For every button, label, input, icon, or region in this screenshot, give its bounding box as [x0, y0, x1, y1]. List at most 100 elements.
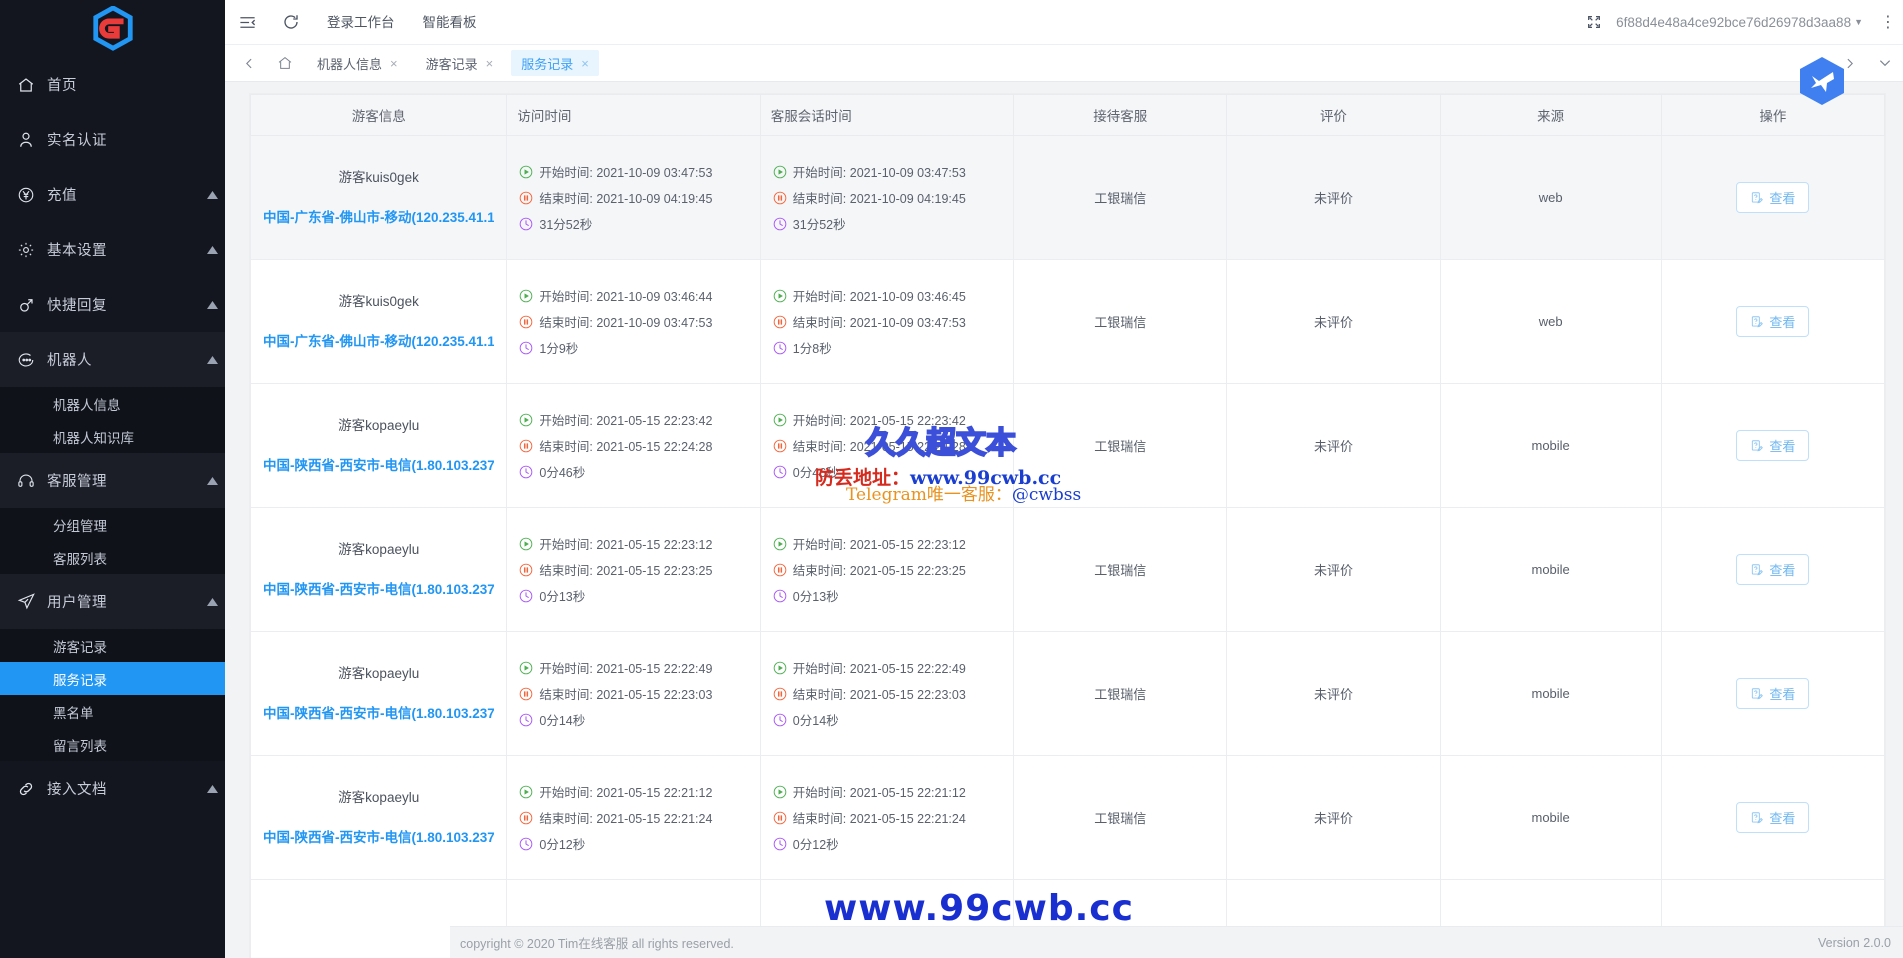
sidebar-item-realname[interactable]: 实名认证 [0, 112, 225, 167]
guest-location-link[interactable]: 中国-陕西省-西安市-电信(1.80.103.237 [263, 825, 494, 851]
clock-icon [773, 341, 787, 354]
sidebar-item-service-records[interactable]: 服务记录 [0, 662, 225, 695]
chevron-up-icon[interactable] [199, 355, 225, 364]
cell-session-time: 开始时间: 2021-10-09 03:46:45 结束时间: 2021-10-0… [759, 259, 1015, 384]
sidebar-item-message-list[interactable]: 留言列表 [0, 728, 225, 761]
session-end: 结束时间: 2021-05-15 22:21:24 [773, 808, 1001, 827]
content-area: 游客信息 访问时间 客服会话时间 接待客服 评价 来源 操作 游客kuis0ge… [225, 82, 1903, 958]
view-button[interactable]: 查看 [1736, 802, 1810, 833]
view-button[interactable]: 查看 [1736, 306, 1810, 337]
refresh-icon[interactable] [269, 0, 313, 45]
robot-chat-icon [17, 351, 47, 369]
guest-location-link[interactable]: 中国-陕西省-西安市-电信(1.80.103.237 [263, 453, 494, 479]
sidebar-item-robot[interactable]: 机器人 [0, 332, 225, 387]
close-icon[interactable]: × [390, 56, 398, 71]
copyright-text: copyright © 2020 Tim在线客服 all rights rese… [460, 937, 734, 951]
sidebar-item-user-mgmt[interactable]: 用户管理 [0, 574, 225, 629]
table-row[interactable]: 游客kopaeylu 中国-陕西省-西安市-电信(1.80.103.237 开始时间… [249, 631, 1886, 756]
close-icon[interactable]: × [486, 56, 494, 71]
view-button[interactable]: 查看 [1736, 430, 1810, 461]
sidebar-item-robot-info[interactable]: 机器人信息 [0, 387, 225, 420]
more-vertical-icon[interactable]: ⋮ [1873, 12, 1903, 32]
view-button[interactable]: 查看 [1736, 182, 1810, 213]
sidebar-subitem-label: 黑名单 [53, 705, 94, 721]
floating-brand-badge[interactable] [1799, 56, 1845, 106]
pause-circle-icon [520, 439, 533, 452]
guest-location-link[interactable]: 中国-广东省-佛山市-移动(120.235.41.1 [263, 205, 494, 231]
home-outline-icon[interactable] [267, 45, 303, 81]
sidebar-item-blacklist[interactable]: 黑名单 [0, 695, 225, 728]
chevron-up-icon[interactable] [199, 784, 225, 793]
th-source: 来源 [1439, 94, 1662, 136]
cell-action: 查看 [1660, 755, 1886, 880]
edit-document-icon [1752, 563, 1764, 575]
table-body: 游客kuis0gek 中国-广东省-佛山市-移动(120.235.41.1 开始时间… [249, 135, 1886, 958]
pause-circle-icon [773, 191, 787, 204]
view-button[interactable]: 查看 [1736, 678, 1810, 709]
sidebar-nav-service: 客服管理 [0, 453, 225, 508]
sidebar-item-visitor-records[interactable]: 游客记录 [0, 629, 225, 662]
chevron-up-icon[interactable] [199, 597, 225, 606]
chevron-up-icon[interactable] [199, 245, 225, 254]
play-circle-icon [773, 537, 787, 550]
guest-location-link[interactable]: 中国-广东省-佛山市-移动(120.235.41.1 [263, 329, 494, 355]
account-dropdown[interactable]: 6f88d4e48a4ce92bce76d26978d3aa88 ▼ [1616, 15, 1873, 30]
bird-hexagon-icon [1800, 57, 1844, 105]
sidebar-item-access-doc[interactable]: 接入文档 [0, 761, 225, 816]
tab-label: 机器人信息 [317, 56, 383, 72]
clock-icon [773, 589, 787, 602]
table-row[interactable]: 游客kopaeylu 中国-陕西省-西安市-电信(1.80.103.237 开始时间… [249, 755, 1886, 880]
table-row[interactable]: 游客kopaeylu 中国-陕西省-西安市-电信(1.80.103.237 开始时间… [249, 383, 1886, 508]
brand-logo[interactable] [0, 0, 225, 57]
chevron-left-icon[interactable] [231, 45, 267, 81]
sidebar-item-group-mgmt[interactable]: 分组管理 [0, 508, 225, 541]
menu-collapse-icon[interactable] [225, 0, 269, 45]
close-icon[interactable]: × [581, 56, 589, 71]
chevron-up-icon[interactable] [199, 190, 225, 199]
clock-icon [773, 837, 787, 850]
tab-robot-info[interactable]: 机器人信息 × [307, 50, 408, 76]
table-row[interactable]: 游客kopaeylu 中国-陕西省-西安市-电信(1.80.103.237 开始时间… [249, 507, 1886, 632]
cell-guest-info: 游客kopaeylu 中国-陕西省-西安市-电信(1.80.103.237 [249, 383, 508, 508]
clock-icon [520, 589, 533, 602]
sidebar-submenu-service: 分组管理 客服列表 [0, 508, 225, 574]
tab-visitor-records[interactable]: 游客记录 × [416, 50, 504, 76]
visit-start: 开始时间: 2021-05-15 22:21:12 [519, 782, 747, 801]
tab-service-records[interactable]: 服务记录 × [511, 50, 599, 76]
sidebar-item-robot-kb[interactable]: 机器人知识库 [0, 420, 225, 453]
view-button[interactable]: 查看 [1736, 554, 1810, 585]
clock-icon [520, 713, 533, 726]
chevron-up-icon[interactable] [199, 300, 225, 309]
pause-circle-icon [773, 315, 787, 328]
sidebar-item-settings[interactable]: 基本设置 [0, 222, 225, 277]
sidebar-item-service-mgmt[interactable]: 客服管理 [0, 453, 225, 508]
view-button-label: 查看 [1769, 811, 1796, 826]
visit-duration: 0分12秒 [519, 834, 747, 853]
cell-guest-info: 游客kopaeylu 中国-陕西省-西安市-电信(1.80.103.237 [249, 755, 508, 880]
topbar-link-workbench[interactable]: 登录工作台 [313, 0, 409, 45]
sidebar-item-recharge[interactable]: 充值 [0, 167, 225, 222]
guest-location-link[interactable]: 中国-陕西省-西安市-电信(1.80.103.237 [263, 701, 494, 727]
footer: copyright © 2020 Tim在线客服 all rights rese… [450, 926, 1903, 958]
guest-location-link[interactable]: 中国-陕西省-西安市-电信(1.80.103.237 [263, 577, 494, 603]
table-row[interactable]: 游客kuis0gek 中国-广东省-佛山市-移动(120.235.41.1 开始时间… [249, 135, 1886, 260]
edit-document-icon [1752, 191, 1764, 203]
hexagon-e-logo-icon [92, 5, 133, 51]
chevron-down-icon[interactable] [1867, 45, 1903, 81]
topbar-link-dashboard[interactable]: 智能看板 [409, 0, 491, 45]
clock-icon [773, 217, 787, 230]
pause-circle-icon [773, 439, 787, 452]
sidebar-item-agent-list[interactable]: 客服列表 [0, 541, 225, 574]
visit-start: 开始时间: 2021-10-09 03:46:44 [519, 286, 747, 305]
pause-circle-icon [520, 191, 533, 204]
cell-agent: 工银瑞信 [1013, 507, 1228, 632]
sidebar-item-quickreply[interactable]: 快捷回复 [0, 277, 225, 332]
sidebar-subitem-label: 机器人知识库 [53, 430, 134, 446]
sidebar-item-home[interactable]: 首页 [0, 57, 225, 112]
fullscreen-icon[interactable] [1572, 0, 1616, 45]
th-session-time: 客服会话时间 [759, 94, 1015, 136]
table-row[interactable]: 游客kuis0gek 中国-广东省-佛山市-移动(120.235.41.1 开始时间… [249, 259, 1886, 384]
visit-duration: 0分46秒 [519, 462, 747, 481]
chevron-up-icon[interactable] [199, 476, 225, 485]
pause-circle-icon [520, 687, 533, 700]
